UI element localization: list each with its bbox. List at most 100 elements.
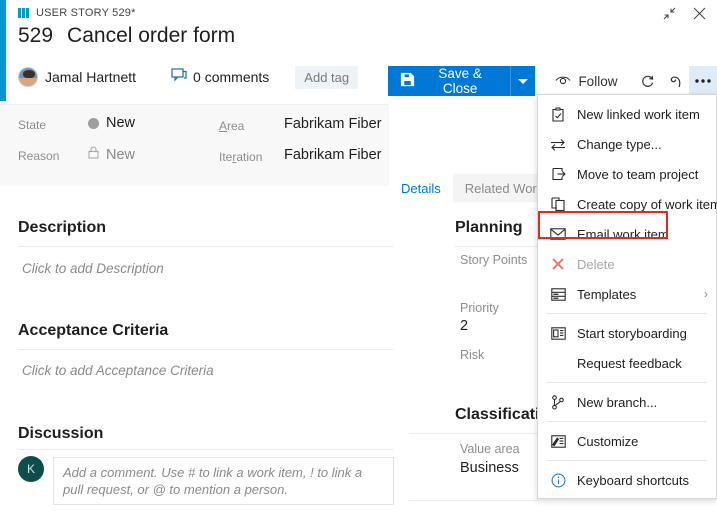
- discussion-avatar: K: [18, 456, 44, 482]
- menu-item-move-to-team-project[interactable]: Move to team project: [538, 159, 716, 189]
- area-value[interactable]: Fabrikam Fiber: [284, 116, 382, 132]
- menu-item-templates[interactable]: Templates ›: [538, 279, 716, 309]
- new-linked-work-item-icon: [548, 106, 568, 122]
- priority-value[interactable]: 2: [460, 318, 468, 334]
- follow-button[interactable]: Follow: [547, 66, 625, 96]
- area-label: Area: [219, 119, 245, 133]
- menu-item-email-work-item[interactable]: Email work item: [538, 219, 716, 249]
- work-item-dialog: USER STORY 529* 529 Cancel order form Ja…: [0, 0, 717, 525]
- value-area-value[interactable]: Business: [460, 460, 519, 476]
- story-points-label: Story Points: [460, 253, 528, 267]
- iteration-value[interactable]: Fabrikam Fiber: [284, 147, 382, 163]
- more-actions-ellipsis-icon[interactable]: [689, 66, 717, 96]
- acceptance-criteria-placeholder[interactable]: Click to add Acceptance Criteria: [22, 363, 214, 378]
- state-text: New: [106, 115, 136, 131]
- save-and-close-label: Save & Close: [438, 66, 482, 96]
- copy-icon: [548, 196, 568, 212]
- menu-item-new-branch[interactable]: New branch...: [538, 387, 716, 417]
- menu-item-label: Email work item: [577, 226, 669, 242]
- comment-icon: [171, 67, 187, 87]
- comments-link[interactable]: 0 comments: [171, 67, 270, 87]
- tab-details[interactable]: Details: [389, 174, 453, 202]
- work-item-title[interactable]: Cancel order form: [67, 24, 235, 48]
- menu-item-label: New linked work item: [577, 106, 700, 122]
- menu-item-label: Request feedback: [577, 355, 682, 371]
- undo-icon[interactable]: [661, 66, 689, 96]
- work-item-toolbar: Save & Close Follow: [388, 66, 717, 96]
- save-options-chevron-down-icon[interactable]: [510, 66, 536, 96]
- work-item-accent-bar: [0, 0, 6, 101]
- menu-item-start-storyboarding[interactable]: Start storyboarding: [538, 318, 716, 348]
- priority-label: Priority: [460, 301, 499, 315]
- reason-value: New: [88, 146, 135, 163]
- menu-item-label: Templates: [577, 286, 637, 302]
- menu-separator: [547, 382, 707, 383]
- menu-item-label: New branch...: [577, 394, 658, 410]
- menu-item-delete: Delete: [538, 249, 716, 279]
- eye-icon: [555, 74, 571, 89]
- email-icon: [548, 226, 568, 242]
- menu-item-label: Delete: [577, 256, 615, 272]
- discussion-divider: [18, 449, 393, 450]
- branch-icon: [548, 394, 568, 410]
- description-heading: Description: [18, 219, 107, 236]
- menu-item-new-linked-work-item[interactable]: New linked work item: [538, 99, 716, 129]
- add-tag-button[interactable]: Add tag: [295, 65, 359, 89]
- delete-x-icon: [548, 256, 568, 272]
- menu-item-label: Customize: [577, 433, 639, 449]
- comment-input[interactable]: Add a comment. Use # to link a work item…: [53, 457, 394, 505]
- storyboard-icon: [548, 325, 568, 341]
- follow-label: Follow: [578, 73, 618, 89]
- classification-bottom-divider: [409, 500, 539, 501]
- menu-separator: [547, 313, 707, 314]
- work-item-meta-row: Jamal Hartnett 0 comments Add tag: [18, 62, 359, 92]
- lock-icon: [88, 146, 99, 163]
- chevron-right-icon: ›: [704, 287, 708, 301]
- refresh-icon[interactable]: [633, 66, 661, 96]
- risk-label: Risk: [460, 348, 485, 362]
- iteration-label: Iteration: [219, 150, 263, 164]
- menu-item-label: Move to team project: [577, 166, 699, 182]
- assigned-to-field[interactable]: Jamal Hartnett: [45, 69, 136, 85]
- acceptance-criteria-divider: [18, 349, 393, 350]
- classification-heading: Classificati: [455, 406, 540, 423]
- change-type-icon: [548, 136, 568, 152]
- state-value[interactable]: New: [88, 115, 135, 131]
- customize-icon: [548, 433, 568, 449]
- reason-text: New: [106, 146, 136, 163]
- more-actions-menu: New linked work item Change type... Move…: [537, 94, 717, 499]
- move-to-project-icon: [548, 166, 568, 182]
- planning-heading: Planning: [455, 219, 523, 236]
- info-icon: [548, 472, 568, 488]
- menu-item-label: Create copy of work item...: [577, 196, 717, 212]
- work-item-title-row: 529 Cancel order form: [18, 24, 235, 48]
- no-icon: [548, 355, 568, 371]
- state-dot-icon: [88, 117, 99, 129]
- acceptance-criteria-heading: Acceptance Criteria: [18, 322, 169, 339]
- reason-label: Reason: [18, 149, 60, 163]
- state-label: State: [18, 118, 47, 132]
- menu-item-customize[interactable]: Customize: [538, 426, 716, 456]
- close-icon[interactable]: [685, 2, 713, 24]
- user-story-icon: [18, 7, 30, 19]
- menu-item-change-type[interactable]: Change type...: [538, 129, 716, 159]
- window-controls: [655, 2, 713, 24]
- save-disk-icon: [400, 72, 415, 90]
- work-item-id: 529: [18, 24, 54, 47]
- menu-item-create-copy-of-work-item[interactable]: Create copy of work item...: [538, 189, 717, 219]
- menu-item-keyboard-shortcuts[interactable]: Keyboard shortcuts: [538, 465, 716, 495]
- discussion-heading: Discussion: [18, 425, 104, 442]
- comments-count: 0 comments: [193, 69, 270, 85]
- work-item-type-label: USER STORY 529*: [36, 7, 136, 19]
- menu-item-label: Keyboard shortcuts: [577, 472, 690, 488]
- value-area-label: Value area: [460, 442, 520, 456]
- description-divider: [18, 246, 393, 247]
- classification-divider: [409, 433, 539, 434]
- menu-item-request-feedback[interactable]: Request feedback: [538, 348, 716, 378]
- save-and-close-button[interactable]: Save & Close: [388, 66, 511, 96]
- templates-icon: [548, 286, 568, 302]
- menu-item-label: Start storyboarding: [577, 325, 687, 341]
- restore-down-icon[interactable]: [655, 2, 683, 24]
- menu-separator: [547, 460, 707, 461]
- description-placeholder[interactable]: Click to add Description: [22, 261, 164, 276]
